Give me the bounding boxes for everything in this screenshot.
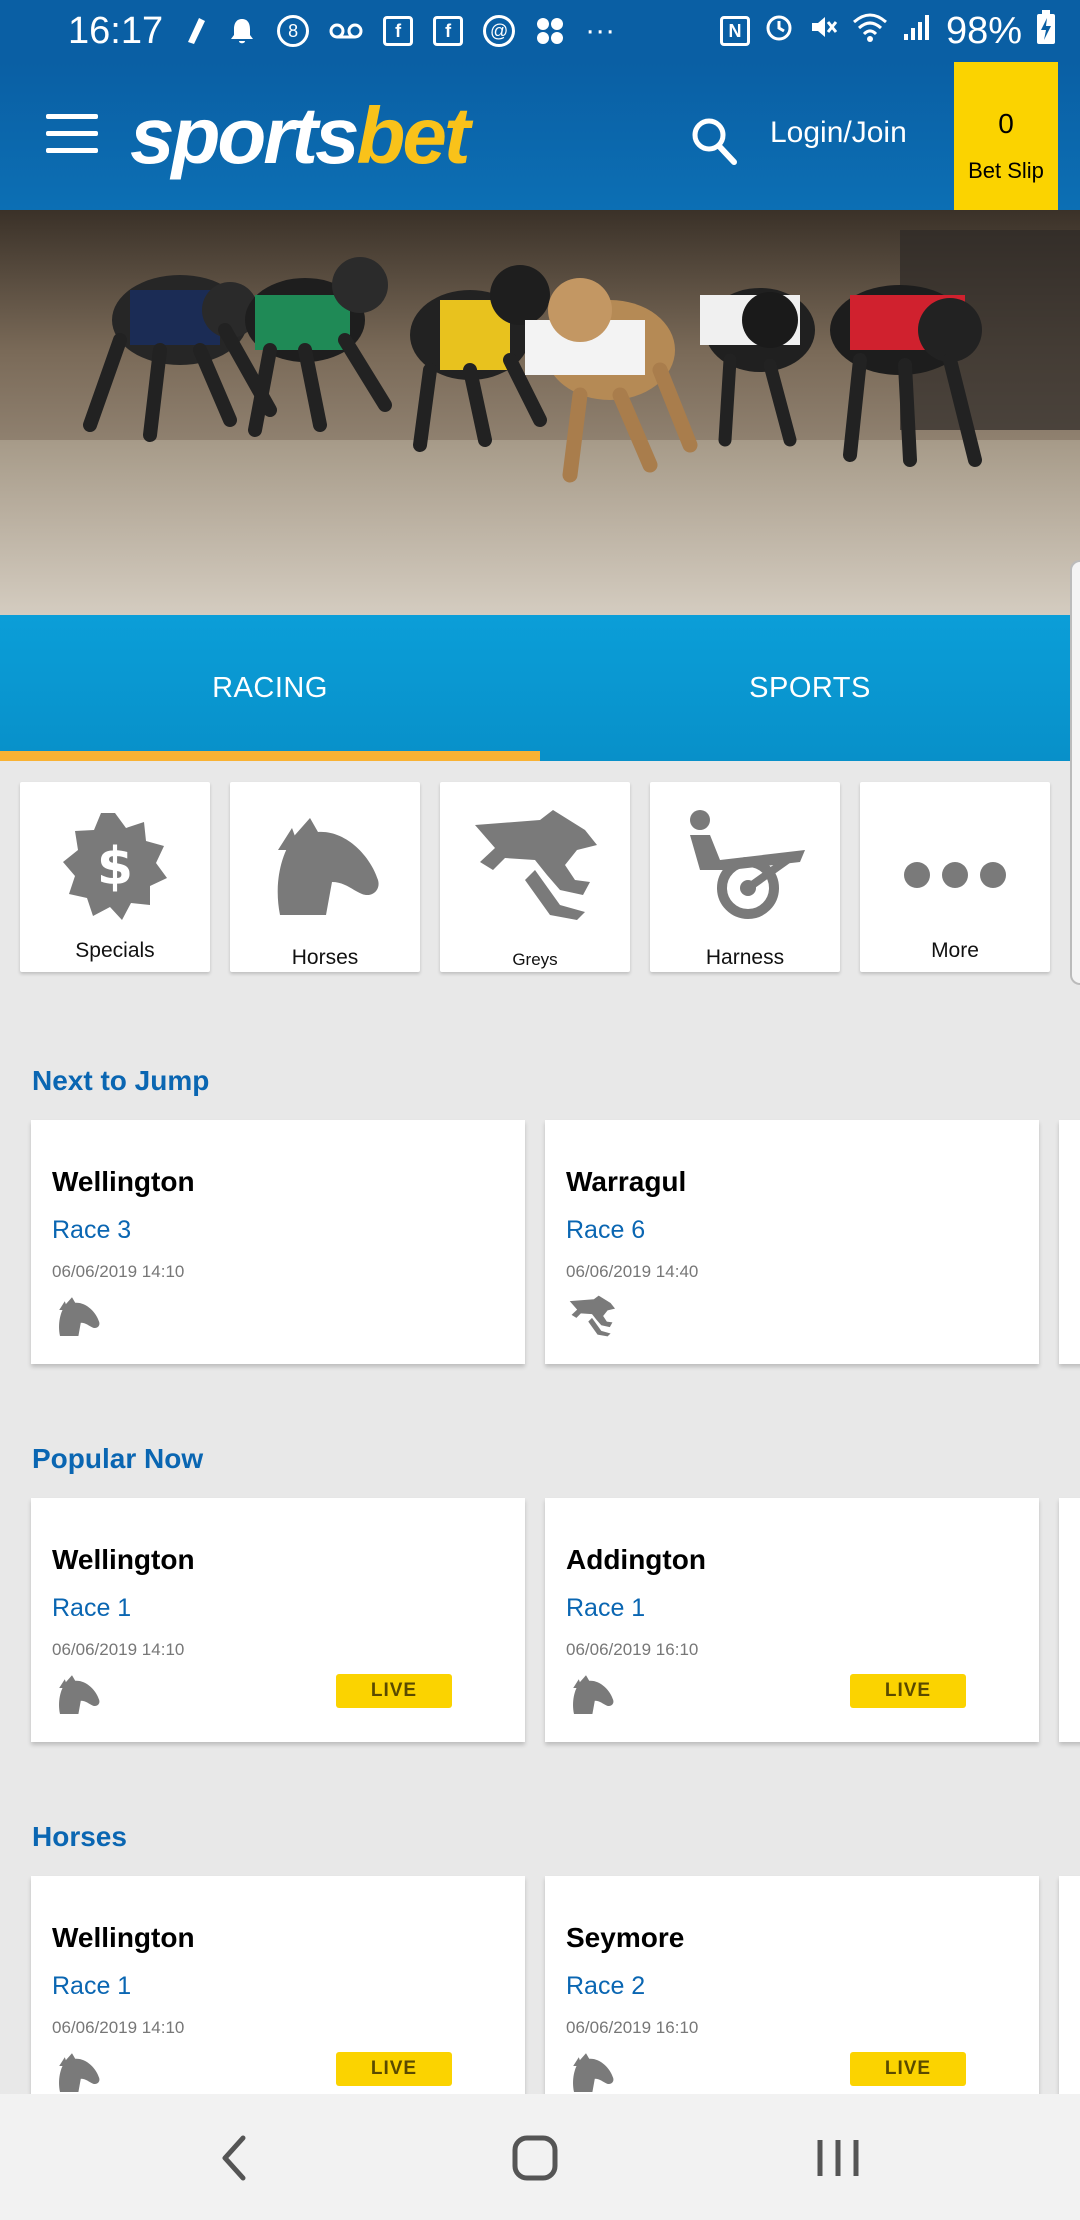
facebook-icon-2: f xyxy=(433,16,464,46)
horse-head-icon xyxy=(566,2050,618,2094)
notification-icons: 8 f f @ ··· xyxy=(185,14,615,48)
racing-categories: $ Specials Horses Greys Harness More xyxy=(20,782,1050,972)
race-number: Race 1 xyxy=(52,1972,132,2000)
category-label: Horses xyxy=(291,946,359,969)
race-card[interactable]: Wellington Race 1 06/06/2019 14:10 LIVE xyxy=(31,1498,525,1742)
category-label: Specials xyxy=(75,939,155,962)
race-card[interactable]: Wellington Race 1 06/06/2019 14:10 LIVE xyxy=(31,1876,525,2120)
tab-racing[interactable]: RACING xyxy=(0,615,540,761)
race-time: 06/06/2019 14:10 xyxy=(52,1262,185,1281)
category-greys[interactable]: Greys xyxy=(440,782,630,972)
logo-bet: bet xyxy=(356,91,471,180)
home-icon[interactable] xyxy=(505,2128,565,2188)
race-card[interactable]: Wellington Race 3 06/06/2019 14:10 xyxy=(31,1120,525,1364)
hero-banner-greyhounds[interactable] xyxy=(0,210,1080,615)
back-icon[interactable] xyxy=(205,2128,265,2188)
app-header: sportsbet Login/Join 0 Bet Slip xyxy=(0,62,1080,224)
live-badge: LIVE xyxy=(850,1674,966,1708)
section-title-next-to-jump: Next to Jump xyxy=(32,1065,210,1096)
recent-apps-icon[interactable] xyxy=(808,2128,868,2188)
bell-icon xyxy=(227,16,257,46)
search-icon[interactable] xyxy=(690,116,738,166)
race-time: 06/06/2019 16:10 xyxy=(566,1640,699,1659)
login-join-link[interactable]: Login/Join xyxy=(770,116,907,150)
bet-slip-button[interactable]: 0 Bet Slip xyxy=(954,62,1058,224)
more-notifications-icon: ··· xyxy=(585,14,616,47)
greyhound-icon xyxy=(566,1294,618,1338)
category-harness[interactable]: Harness xyxy=(650,782,840,972)
status-time: 16:17 xyxy=(68,9,164,52)
signal-icon xyxy=(902,12,932,50)
pen-notification-icon xyxy=(185,16,207,46)
facebook-icon: f xyxy=(383,16,414,46)
horse-head-icon xyxy=(52,1294,104,1338)
status-bar: 16:17 8 f f @ ··· N 98% xyxy=(0,0,1080,62)
battery-percent: 98% xyxy=(945,9,1022,52)
sync-notification-icon: @ xyxy=(483,15,516,47)
tab-sports[interactable]: SPORTS xyxy=(540,615,1080,761)
system-status-icons: N 98% xyxy=(719,9,1056,53)
race-time: 06/06/2019 16:10 xyxy=(566,2018,699,2037)
svg-text:$: $ xyxy=(97,837,133,897)
race-number: Race 3 xyxy=(52,1216,132,1244)
nfc-icon: N xyxy=(719,16,750,46)
race-card[interactable]: Addington Race 1 06/06/2019 16:10 LIVE xyxy=(545,1498,1039,1742)
category-label: Greys xyxy=(512,950,558,969)
dollar-badge-icon: $ xyxy=(20,810,210,920)
race-number: Race 6 xyxy=(566,1216,646,1244)
mute-icon xyxy=(808,12,838,50)
race-venue: Wellington xyxy=(52,1922,195,1953)
horses-carousel: Wellington Race 1 06/06/2019 14:10 LIVE … xyxy=(31,1876,1080,2120)
bet-slip-label: Bet Slip xyxy=(968,158,1044,183)
greyhound-icon xyxy=(440,810,630,920)
category-specials[interactable]: $ Specials xyxy=(20,782,210,972)
live-badge: LIVE xyxy=(850,2052,966,2086)
ball-notification-icon: 8 xyxy=(277,15,310,47)
menu-icon[interactable] xyxy=(46,114,98,154)
side-panel-handle[interactable] xyxy=(1070,560,1080,985)
live-badge: LIVE xyxy=(336,2052,452,2086)
category-label: Harness xyxy=(705,946,785,969)
horse-head-icon xyxy=(566,1672,618,1716)
race-venue: Warragul xyxy=(566,1166,687,1197)
race-card-peek[interactable] xyxy=(1059,1498,1080,1742)
race-card[interactable]: Seymore Race 2 06/06/2019 16:10 LIVE xyxy=(545,1876,1039,2120)
section-title-popular-now: Popular Now xyxy=(32,1443,204,1474)
horse-head-icon xyxy=(52,2050,104,2094)
race-card[interactable]: Warragul Race 6 06/06/2019 14:40 xyxy=(545,1120,1039,1364)
voicemail-icon xyxy=(329,21,363,41)
bet-slip-count: 0 xyxy=(998,108,1014,139)
race-card-peek[interactable] xyxy=(1059,1876,1080,2120)
more-dots-icon xyxy=(860,810,1050,920)
category-horses[interactable]: Horses xyxy=(230,782,420,972)
race-card-peek[interactable] xyxy=(1059,1120,1080,1364)
popular-now-carousel: Wellington Race 1 06/06/2019 14:10 LIVE … xyxy=(31,1498,1080,1742)
section-title-horses: Horses xyxy=(32,1821,127,1852)
harness-icon xyxy=(650,810,840,920)
race-number: Race 1 xyxy=(52,1594,132,1622)
system-navigation-bar xyxy=(0,2094,1080,2220)
logo-sports: sports xyxy=(130,91,359,180)
race-time: 06/06/2019 14:40 xyxy=(566,1262,699,1281)
horse-head-icon xyxy=(230,810,420,920)
next-to-jump-carousel: Wellington Race 3 06/06/2019 14:10 Warra… xyxy=(31,1120,1080,1364)
race-time: 06/06/2019 14:10 xyxy=(52,2018,185,2037)
live-badge: LIVE xyxy=(336,1674,452,1708)
race-number: Race 1 xyxy=(566,1594,646,1622)
horse-head-icon xyxy=(52,1672,104,1716)
category-label: More xyxy=(931,939,979,962)
apps-notification-icon xyxy=(535,16,565,46)
race-venue: Wellington xyxy=(52,1544,195,1575)
race-time: 06/06/2019 14:10 xyxy=(52,1640,185,1659)
main-tabs: RACING SPORTS xyxy=(0,615,1080,761)
race-venue: Addington xyxy=(566,1544,706,1575)
sportsbet-logo[interactable]: sportsbet xyxy=(130,96,471,176)
race-venue: Wellington xyxy=(52,1166,195,1197)
race-number: Race 2 xyxy=(566,1972,646,2000)
category-more[interactable]: More xyxy=(860,782,1050,972)
race-venue: Seymore xyxy=(566,1922,685,1953)
wifi-icon xyxy=(852,12,888,50)
alarm-icon xyxy=(764,12,794,50)
battery-charging-icon xyxy=(1036,10,1056,52)
